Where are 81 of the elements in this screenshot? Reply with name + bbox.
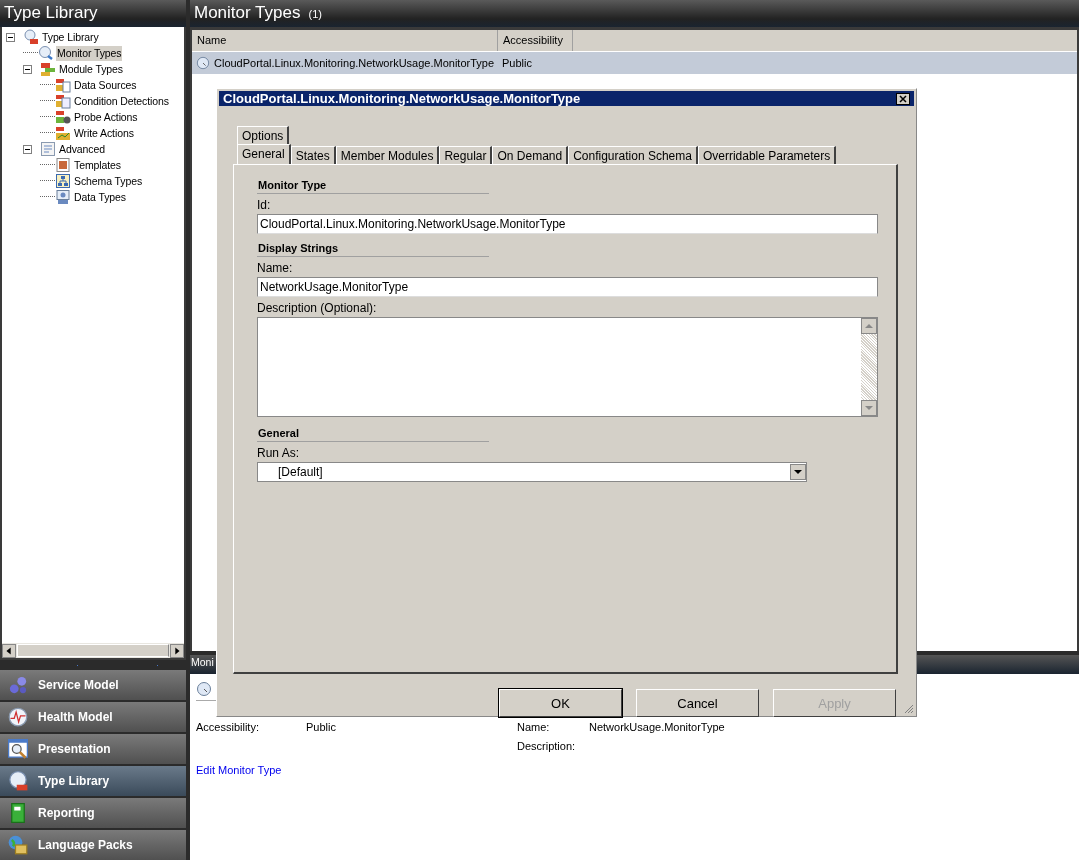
table-row[interactable]: CloudPortal.Linux.Monitoring.NetworkUsage.MonitorType Public bbox=[192, 52, 1077, 74]
scroll-left-icon[interactable] bbox=[2, 643, 16, 658]
scroll-thumb[interactable] bbox=[17, 644, 169, 657]
nav-button[interactable]: Reporting bbox=[0, 798, 186, 828]
magnifier-icon bbox=[8, 771, 28, 791]
field-label: Description (Optional): bbox=[257, 301, 377, 315]
tab[interactable]: Member Modules bbox=[335, 146, 440, 164]
magnifier-icon bbox=[38, 45, 54, 61]
field-label: Id: bbox=[257, 198, 271, 212]
edit-link[interactable]: Edit Monitor Type bbox=[196, 764, 282, 776]
tree-item[interactable]: Advanced bbox=[58, 141, 106, 157]
field-value: NetworkUsage.MonitorType bbox=[589, 721, 726, 733]
tab[interactable]: On Demand bbox=[492, 146, 569, 164]
field-value: Public bbox=[306, 721, 337, 733]
book-icon bbox=[8, 803, 28, 823]
horizontal-scrollbar[interactable] bbox=[2, 643, 184, 658]
magnifier-icon bbox=[23, 29, 39, 45]
hierarchy-icon bbox=[55, 173, 71, 189]
dialog-button[interactable]: Cancel bbox=[636, 689, 759, 717]
document-icon bbox=[55, 93, 71, 109]
resize-grip-icon[interactable] bbox=[902, 702, 914, 714]
tree-item[interactable]: Schema Types bbox=[73, 173, 144, 189]
search-icon bbox=[8, 739, 28, 759]
tree-item[interactable]: Module Types bbox=[58, 61, 124, 77]
pane-title: Monitor Types bbox=[194, 3, 301, 23]
input-field[interactable]: CloudPortal.Linux.Monitoring.NetworkUsage.MonitorType bbox=[257, 214, 878, 234]
chart-icon bbox=[55, 125, 71, 141]
field-label: Name: bbox=[257, 261, 293, 275]
collapse-icon[interactable] bbox=[23, 64, 32, 74]
table-cell: Public bbox=[502, 57, 532, 69]
tree-item[interactable]: Write Actions bbox=[73, 125, 135, 141]
field-label: Description: bbox=[517, 740, 577, 752]
monitor-icon bbox=[196, 681, 212, 697]
modules-icon bbox=[40, 61, 56, 77]
scroll-right-icon[interactable] bbox=[170, 643, 184, 658]
tree-item[interactable]: Probe Actions bbox=[73, 109, 139, 125]
pane-title: Type Library bbox=[0, 0, 186, 27]
text-area[interactable] bbox=[257, 317, 878, 417]
column-header[interactable]: Name bbox=[192, 30, 498, 51]
tab[interactable]: Overridable Parameters bbox=[697, 146, 837, 164]
vertical-scrollbar[interactable] bbox=[861, 318, 877, 416]
field-label: Run As: bbox=[257, 446, 300, 460]
tree-item[interactable]: Condition Detections bbox=[73, 93, 170, 109]
tab[interactable]: Regular bbox=[439, 146, 493, 164]
heartbeat-icon bbox=[8, 707, 28, 727]
table-cell: CloudPortal.Linux.Monitoring.NetworkUsage.MonitorType bbox=[214, 57, 495, 69]
tree-item[interactable]: Data Sources bbox=[73, 77, 138, 93]
column-header[interactable]: Accessibility bbox=[498, 30, 573, 51]
collapse-icon[interactable] bbox=[23, 144, 32, 154]
globe-icon bbox=[8, 835, 28, 855]
section-heading: General bbox=[257, 423, 489, 442]
nav-button[interactable]: Service Model bbox=[0, 670, 186, 700]
tree-item[interactable]: Templates bbox=[73, 157, 122, 173]
document-icon bbox=[55, 77, 71, 93]
tree-item[interactable]: Data Types bbox=[73, 189, 127, 205]
field-label: Name: bbox=[517, 721, 551, 733]
scroll-down-icon bbox=[861, 400, 877, 416]
field-label: Accessibility: bbox=[196, 721, 260, 733]
close-icon[interactable] bbox=[896, 92, 910, 105]
template-icon bbox=[55, 157, 71, 173]
dropdown[interactable]: [Default] bbox=[257, 462, 807, 482]
user-icon bbox=[55, 189, 71, 205]
nav-button[interactable]: Language Packs bbox=[0, 830, 186, 860]
nav-button[interactable]: Presentation bbox=[0, 734, 186, 764]
nav-button[interactable]: Type Library bbox=[0, 766, 186, 796]
tab[interactable]: General bbox=[237, 144, 291, 164]
input-field[interactable]: NetworkUsage.MonitorType bbox=[257, 277, 878, 297]
section-heading: Display Strings bbox=[257, 238, 489, 257]
tab[interactable]: Configuration Schema bbox=[568, 146, 698, 164]
item-count: (1) bbox=[308, 8, 322, 20]
dialog-button[interactable]: OK bbox=[499, 689, 622, 717]
scroll-up-icon bbox=[861, 318, 877, 334]
window-icon bbox=[40, 141, 56, 157]
section-heading: Monitor Type bbox=[257, 175, 489, 194]
dialog-title: CloudPortal.Linux.Monitoring.NetworkUsage.MonitorType bbox=[223, 91, 581, 106]
monitor-icon bbox=[196, 56, 210, 70]
collapse-icon[interactable] bbox=[6, 32, 15, 42]
tree-item[interactable]: Monitor Types bbox=[56, 45, 123, 61]
tab[interactable]: States bbox=[290, 146, 336, 164]
nav-button[interactable]: Health Model bbox=[0, 702, 186, 732]
tree-item[interactable]: Type Library bbox=[41, 29, 100, 45]
